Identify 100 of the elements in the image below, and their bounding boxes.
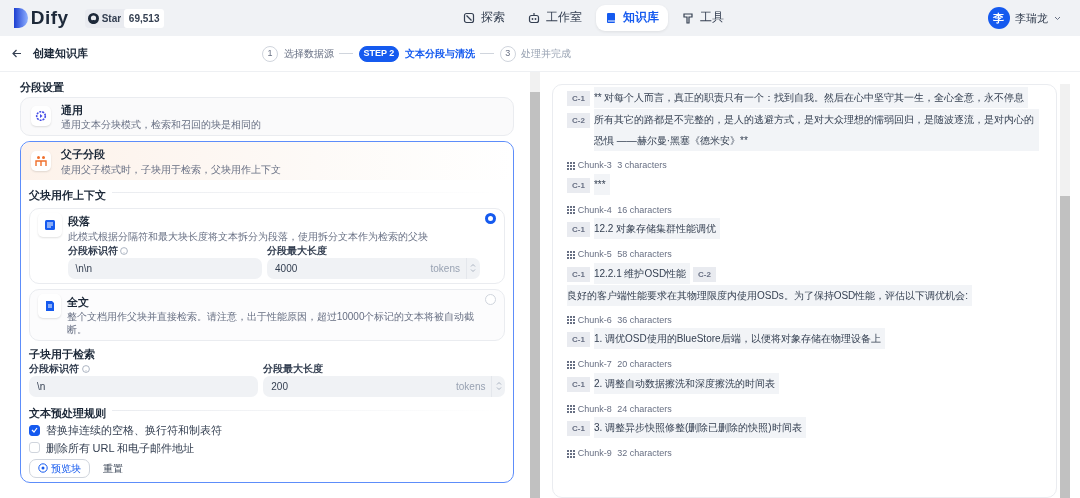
option-title: 段落	[67, 214, 91, 229]
chunk-name: Chunk-4	[577, 203, 612, 217]
field-label: 分段标识符	[29, 362, 79, 375]
reset-button[interactable]: 重置	[95, 458, 132, 478]
chunk-count: 24 characters	[617, 402, 672, 416]
grid-icon	[567, 360, 575, 369]
document-icon	[44, 219, 56, 231]
segment-text: ** 对每个人而言，真正的职责只有一个：找到自我。然后在心中坚守其一生，全心全意，永不停息	[593, 87, 1029, 108]
file-icon	[43, 299, 56, 312]
chunk-name: Chunk-8	[577, 402, 612, 416]
segment-label: C-1	[567, 177, 590, 193]
mode-description: 通用文本分块模式，检索和召回的块是相同的	[61, 118, 261, 131]
segment-text: 所有其它的路都是不完整的，是人的逃避方式，是对大众理想的懦弱回归，是随波逐流，是对内心的恐惧 ——赫尔曼·黑塞《德米安》**	[593, 109, 1040, 151]
mode-description: 使用父子模式时，子块用于检索，父块用作上下文	[61, 162, 281, 176]
subsection-title: 子块用于检索	[29, 347, 96, 362]
book-icon	[605, 12, 618, 24]
segment-label: C-1	[567, 332, 590, 347]
logo-text: Dify	[30, 5, 69, 30]
chunk-count: 3 characters	[617, 159, 667, 172]
subsection-title: 父块用作上下文	[29, 187, 106, 203]
mode-title: 通用	[61, 102, 84, 118]
chunk-name: Chunk-7	[577, 358, 612, 371]
field-label: 分段最大长度	[263, 362, 324, 375]
grid-icon	[567, 405, 575, 414]
nav-tab[interactable]: 工具	[673, 5, 733, 31]
radio-button[interactable]	[485, 213, 496, 224]
number-input[interactable]: 4000 tokens	[267, 257, 480, 279]
segment-label: C-1	[567, 421, 590, 436]
chunk-name: Chunk-5	[577, 248, 612, 261]
segment-label: C-1	[567, 91, 590, 106]
scrollbar-thumb[interactable]	[1060, 196, 1070, 498]
check-icon	[31, 427, 38, 434]
mode-card[interactable]	[20, 141, 514, 483]
segment-text: ***	[593, 173, 610, 195]
chunk-count: 58 characters	[617, 248, 672, 261]
scrollbar-thumb[interactable]	[530, 92, 540, 498]
logo-icon	[14, 8, 28, 28]
back-arrow-icon	[12, 49, 22, 58]
grid-icon	[567, 250, 575, 259]
segment-label: C-1	[567, 222, 590, 237]
chunk-count: 36 characters	[617, 313, 672, 327]
step-label: 选择数据源	[283, 47, 334, 61]
help-icon	[81, 364, 90, 373]
grid-icon	[567, 161, 575, 170]
option-card[interactable]: 全文 整个文档用作父块并直接检索。请注意，出于性能原因，超过10000个标记的文本将被自动截断。	[29, 288, 505, 341]
page-title: 创建知识库	[33, 46, 88, 62]
mode-card[interactable]: 通用 通用文本分块模式，检索和召回的块是相同的	[20, 96, 514, 136]
field-label: 分段最大长度	[267, 244, 327, 257]
nav-tab[interactable]: 探索	[454, 5, 514, 31]
step-label: 文本分段与清洗	[404, 47, 475, 61]
chunk-count: 16 characters	[617, 203, 672, 217]
gear-icon	[35, 110, 47, 123]
step-label: 处理并完成	[521, 47, 572, 61]
people-icon	[35, 154, 47, 167]
chunk-name: Chunk-6	[577, 313, 612, 327]
github-icon	[87, 12, 99, 24]
chunk-name: Chunk-9	[577, 447, 612, 460]
segment-text: 2. 调整自动数据擦洗和深度擦洗的时间表	[593, 372, 779, 394]
option-description: 整个文档用作父块并直接检索。请注意，出于性能原因，超过10000个标记的文本将被自动截断。	[66, 310, 476, 336]
segment-text: 3. 调整异步快照修整(删除已删除的快照)时间表	[593, 417, 806, 438]
segment-label: C-2	[692, 266, 716, 282]
chevron-down-icon	[1053, 15, 1061, 21]
checkbox-label[interactable]: 删除所有 URL 和电子邮件地址	[45, 439, 195, 456]
preview-button[interactable]: 预览块	[29, 458, 90, 478]
segment-label: C-1	[567, 266, 590, 282]
segment-text: 良好的客户端性能要求在其物理限度内使用OSDs。为了保持OSD性能，评估以下调优机会:	[567, 284, 973, 306]
number-input[interactable]: 200 tokens	[263, 375, 505, 397]
user-avatar[interactable]: 李	[987, 7, 1010, 29]
grid-icon	[567, 449, 575, 458]
user-name[interactable]: 李瑞龙	[1015, 9, 1048, 27]
option-description: 此模式根据分隔符和最大块长度将文本拆分为段落，使用拆分文本作为检索的父块	[67, 229, 429, 243]
checkbox[interactable]	[29, 424, 40, 436]
segment-text: 12.2 对象存储集群性能调优	[593, 218, 721, 239]
help-icon	[120, 246, 129, 255]
github-star-button[interactable]: Star 69,513	[85, 8, 165, 28]
chunk-name: Chunk-3	[577, 159, 612, 172]
option-title: 全文	[66, 294, 90, 310]
checkbox-label[interactable]: 替换掉连续的空格、换行符和制表符	[45, 422, 222, 439]
nav-tab[interactable]: 知识库	[596, 5, 668, 31]
mode-title: 父子分段	[61, 147, 106, 162]
segment-text: 12.2.1 维护OSD性能	[593, 262, 691, 284]
nav-tab[interactable]: 工作室	[519, 5, 591, 31]
grid-icon	[567, 316, 575, 325]
text-input[interactable]: \n\n	[67, 257, 262, 279]
subsection-title: 文本预处理规则	[29, 405, 106, 421]
option-card[interactable]: 段落 此模式根据分隔符和最大块长度将文本拆分为段落，使用拆分文本作为检索的父块 分段标识符 \n\n 分段最大长度 4000 tokens	[29, 208, 505, 284]
stepper-icon	[495, 381, 502, 391]
segment-label: C-1	[567, 376, 590, 392]
chunk-count: 32 characters	[617, 447, 672, 460]
grid-icon	[567, 206, 575, 215]
segment-text: 1. 调优OSD使用的BlueStore后端，以便将对象存储在物理设备上	[593, 328, 885, 349]
robot-icon	[528, 12, 541, 24]
stepper-icon	[470, 263, 476, 273]
chunk-count: 20 characters	[617, 358, 672, 371]
eye-icon	[38, 463, 48, 474]
text-input[interactable]: \n	[29, 375, 258, 397]
section-title: 分段设置	[20, 80, 65, 95]
field-label: 分段标识符	[67, 244, 118, 257]
step-number: STEP 2	[358, 45, 400, 62]
segment-label: C-2	[567, 113, 590, 128]
